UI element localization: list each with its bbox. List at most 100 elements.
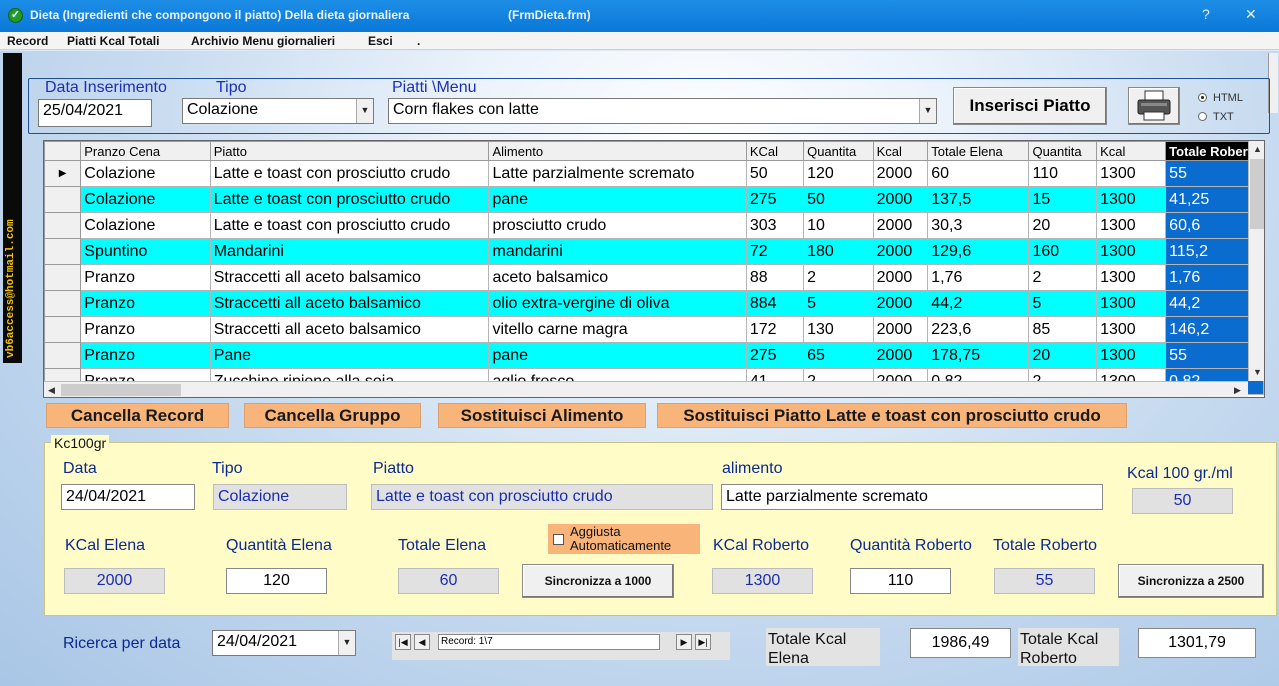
close-button[interactable]: ✕ xyxy=(1245,6,1257,23)
tipo-select[interactable]: Colazione ▼ xyxy=(182,98,374,124)
table-row[interactable]: Spuntino Mandarini mandarini 72 180 2000 129,6… xyxy=(44,238,1264,265)
scroll-up-icon[interactable]: ▲ xyxy=(1253,144,1262,154)
scroll-down-icon[interactable]: ▼ xyxy=(1253,367,1262,377)
cell-pranzo-cena[interactable]: Colazione xyxy=(80,186,211,213)
cell-kcal-roberto[interactable]: 1300 xyxy=(1096,186,1167,213)
help-button[interactable]: ? xyxy=(1202,6,1210,22)
prev-record-icon[interactable]: ◀ xyxy=(414,634,430,650)
table-row[interactable]: Pranzo Straccetti all aceto balsamico olio… xyxy=(44,290,1264,317)
cell-pranzo-cena[interactable]: Pranzo xyxy=(80,290,211,317)
cell-pranzo-cena[interactable]: Pranzo xyxy=(80,316,211,343)
cell-alimento[interactable]: pane xyxy=(488,342,747,369)
cell-kcal[interactable]: 50 xyxy=(745,160,805,187)
cell-kcal-elena[interactable]: 2000 xyxy=(872,316,929,343)
scroll-thumb[interactable] xyxy=(1250,159,1264,229)
cell-quantita-roberto[interactable]: 5 xyxy=(1028,290,1098,317)
cell-pranzo-cena[interactable]: Colazione xyxy=(80,212,211,239)
table-row[interactable]: Pranzo Straccetti all aceto balsamico vite… xyxy=(44,316,1264,343)
cell-kcal[interactable]: 88 xyxy=(745,264,805,291)
scroll-right-icon[interactable]: ▶ xyxy=(1234,385,1241,396)
cell-quantita-roberto[interactable]: 20 xyxy=(1028,342,1098,369)
cell-quantita-roberto[interactable]: 2 xyxy=(1028,264,1098,291)
cell-totale-elena[interactable]: 137,5 xyxy=(927,186,1030,213)
cell-quantita[interactable]: 50 xyxy=(803,186,874,213)
cell-alimento[interactable]: vitello carne magra xyxy=(488,316,747,343)
cell-totale-elena[interactable]: 223,6 xyxy=(927,316,1030,343)
piatti-menu-select[interactable]: Corn flakes con latte ▼ xyxy=(388,98,937,124)
cell-kcal-elena[interactable]: 2000 xyxy=(872,212,929,239)
cell-pranzo-cena[interactable]: Colazione xyxy=(80,160,211,187)
col-quantita-roberto[interactable]: Quantita xyxy=(1028,141,1098,161)
next-record-icon[interactable]: ▶ xyxy=(676,634,692,650)
cell-quantita-roberto[interactable]: 15 xyxy=(1028,186,1098,213)
data-inserimento-field[interactable]: 25/04/2021 xyxy=(38,99,152,127)
cell-quantita[interactable]: 180 xyxy=(803,238,874,265)
cell-quantita-roberto[interactable]: 20 xyxy=(1028,212,1098,239)
radio-txt[interactable]: TXT xyxy=(1198,111,1234,123)
row-selector[interactable] xyxy=(44,186,82,213)
grid-vertical-scrollbar[interactable]: ▲ ▼ xyxy=(1248,141,1264,381)
row-selector[interactable] xyxy=(44,264,82,291)
cell-totale-elena[interactable]: 178,75 xyxy=(927,342,1030,369)
cell-piatto[interactable]: Straccetti all aceto balsamico xyxy=(209,264,490,291)
cell-kcal-roberto[interactable]: 1300 xyxy=(1096,160,1167,187)
cell-kcal[interactable]: 275 xyxy=(745,342,805,369)
menu-piatti-kcal-totali[interactable]: Piatti Kcal Totali xyxy=(67,34,159,48)
inserisci-piatto-button[interactable]: Inserisci Piatto xyxy=(953,87,1107,125)
cell-alimento[interactable]: olio extra-vergine di oliva xyxy=(488,290,747,317)
col-quantita[interactable]: Quantita xyxy=(803,141,874,161)
cell-kcal-roberto[interactable]: 1300 xyxy=(1096,238,1167,265)
col-piatto[interactable]: Piatto xyxy=(209,141,490,161)
cell-pranzo-cena[interactable]: Spuntino xyxy=(80,238,211,265)
chevron-down-icon[interactable]: ▼ xyxy=(356,99,373,123)
row-selector[interactable] xyxy=(44,212,82,239)
radio-txt-dot[interactable] xyxy=(1198,112,1207,121)
table-row[interactable]: Colazione Latte e toast con prosciutto cr… xyxy=(44,212,1264,239)
menu-archivio-menu[interactable]: Archivio Menu giornalieri xyxy=(191,34,335,48)
cell-quantita[interactable]: 5 xyxy=(803,290,874,317)
print-button[interactable] xyxy=(1128,87,1180,125)
aggiusta-automaticamente-checkbox[interactable]: Aggiusta Automaticamente xyxy=(548,524,700,554)
cell-totale-elena[interactable]: 30,3 xyxy=(927,212,1030,239)
cell-totale-elena[interactable]: 60 xyxy=(927,160,1030,187)
detail-data-field[interactable]: 24/04/2021 xyxy=(61,484,195,510)
first-record-icon[interactable]: |◀ xyxy=(395,634,411,650)
cell-piatto[interactable]: Straccetti all aceto balsamico xyxy=(209,290,490,317)
data-grid[interactable]: Pranzo Cena Piatto Alimento KCal Quantit… xyxy=(43,140,1265,398)
ricerca-data-select[interactable]: 24/04/2021 ▼ xyxy=(212,630,356,656)
detail-alimento-field[interactable]: Latte parzialmente scremato xyxy=(721,484,1103,510)
cell-pranzo-cena[interactable]: Pranzo xyxy=(80,264,211,291)
cell-quantita-roberto[interactable]: 160 xyxy=(1028,238,1098,265)
radio-html[interactable]: HTML xyxy=(1198,92,1243,104)
cell-quantita[interactable]: 130 xyxy=(803,316,874,343)
cell-piatto[interactable]: Latte e toast con prosciutto crudo xyxy=(209,160,490,187)
cell-piatto[interactable]: Pane xyxy=(209,342,490,369)
cell-kcal-elena[interactable]: 2000 xyxy=(872,290,929,317)
cell-quantita[interactable]: 2 xyxy=(803,264,874,291)
col-alimento[interactable]: Alimento xyxy=(488,141,747,161)
cell-kcal[interactable]: 275 xyxy=(745,186,805,213)
chevron-down-icon[interactable]: ▼ xyxy=(338,631,355,655)
cell-piatto[interactable]: Latte e toast con prosciutto crudo xyxy=(209,212,490,239)
cell-kcal-roberto[interactable]: 1300 xyxy=(1096,264,1167,291)
col-totale-elena[interactable]: Totale Elena xyxy=(927,141,1030,161)
cell-alimento[interactable]: prosciutto crudo xyxy=(488,212,747,239)
sostituisci-piatto-button[interactable]: Sostituisci Piatto Latte e toast con pro… xyxy=(657,403,1127,428)
cell-kcal[interactable]: 303 xyxy=(745,212,805,239)
row-selector[interactable] xyxy=(44,290,82,317)
cell-alimento[interactable]: pane xyxy=(488,186,747,213)
cell-pranzo-cena[interactable]: Pranzo xyxy=(80,342,211,369)
col-kcal-elena[interactable]: Kcal xyxy=(872,141,929,161)
cell-quantita[interactable]: 10 xyxy=(803,212,874,239)
cell-quantita-roberto[interactable]: 85 xyxy=(1028,316,1098,343)
table-row[interactable]: Colazione Latte e toast con prosciutto cr… xyxy=(44,186,1264,213)
row-selector[interactable]: ▶ xyxy=(44,160,82,187)
last-record-icon[interactable]: ▶| xyxy=(695,634,711,650)
row-selector[interactable] xyxy=(44,238,82,265)
cell-alimento[interactable]: mandarini xyxy=(488,238,747,265)
cell-totale-elena[interactable]: 44,2 xyxy=(927,290,1030,317)
menu-esci[interactable]: Esci xyxy=(368,34,393,48)
col-kcal[interactable]: KCal xyxy=(745,141,805,161)
cell-totale-elena[interactable]: 129,6 xyxy=(927,238,1030,265)
scroll-left-icon[interactable]: ◀ xyxy=(48,385,55,396)
